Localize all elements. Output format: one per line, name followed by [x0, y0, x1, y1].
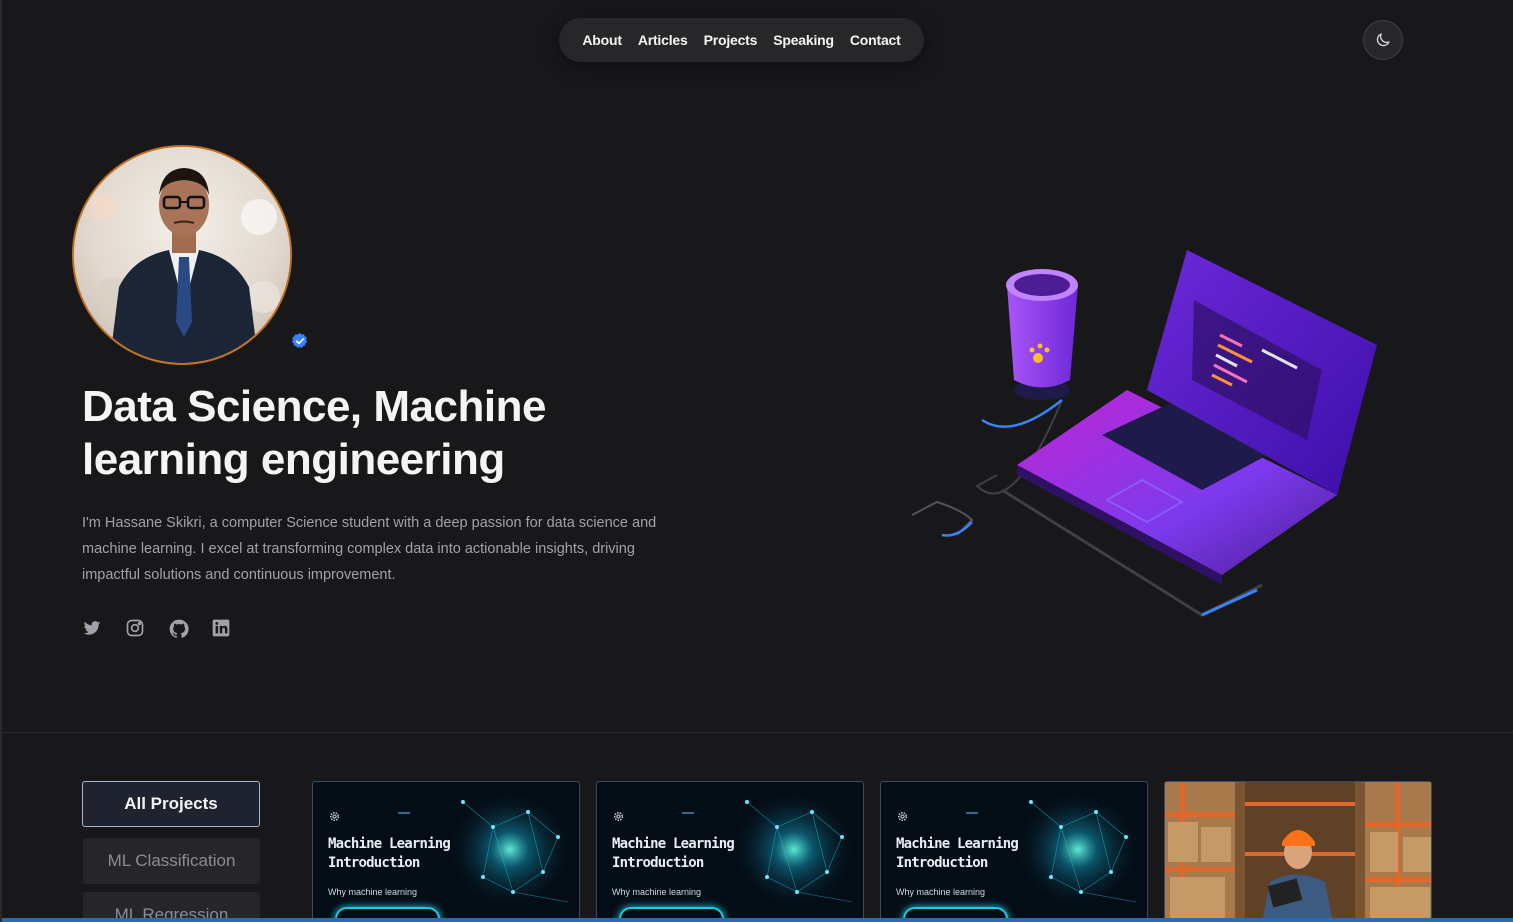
card-title: Machine Learning Introduction	[328, 835, 451, 873]
project-card-warehouse[interactable]	[1164, 781, 1432, 922]
main-nav: About Articles Projects Speaking Contact	[559, 18, 924, 62]
github-icon[interactable]	[168, 618, 189, 638]
nav-about[interactable]: About	[582, 32, 622, 48]
filter-ml-classification[interactable]: ML Classification	[83, 838, 260, 884]
hero-description: I'm Hassane Skikri, a computer Science s…	[82, 515, 657, 583]
avatar-photo	[74, 147, 290, 363]
nav-projects[interactable]: Projects	[704, 32, 758, 48]
card-accent-line	[966, 812, 978, 814]
warehouse-worker-photo	[1165, 782, 1431, 922]
card-subtitle: Why machine learning	[612, 887, 702, 897]
card-title-line-2: Introduction	[328, 855, 420, 871]
nav-articles[interactable]: Articles	[638, 32, 688, 48]
card-title-line-2: Introduction	[896, 855, 988, 871]
card-accent-line	[682, 812, 694, 814]
instagram-icon[interactable]	[125, 618, 145, 638]
card-title-line-1: Machine Learning	[612, 836, 735, 852]
card-subtitle: Why machine learning	[896, 887, 986, 897]
social-links	[82, 618, 231, 638]
card-title: Machine Learning Introduction	[612, 835, 735, 873]
project-card[interactable]: Machine Learning Introduction Why machin…	[312, 781, 580, 922]
theme-toggle-button[interactable]	[1363, 20, 1403, 60]
laptop-illustration	[911, 250, 1377, 617]
nav-speaking[interactable]: Speaking	[773, 32, 834, 48]
project-card[interactable]: Machine Learning Introduction Why machin…	[880, 781, 1148, 922]
nav-contact[interactable]: Contact	[850, 32, 901, 48]
verified-badge-icon	[291, 333, 308, 348]
card-title-line-1: Machine Learning	[896, 836, 1019, 852]
card-accent-line	[398, 812, 410, 814]
gear-icon	[614, 812, 623, 821]
card-title: Machine Learning Introduction	[896, 835, 1019, 873]
card-title-line-2: Introduction	[612, 855, 704, 871]
card-subtitle: Why machine learning	[328, 887, 418, 897]
gear-icon	[330, 812, 339, 821]
project-card[interactable]: Machine Learning Introduction Why machin…	[596, 781, 864, 922]
card-title-line-1: Machine Learning	[328, 836, 451, 852]
filter-all-projects[interactable]: All Projects	[82, 781, 260, 827]
section-divider	[2, 732, 1513, 733]
twitter-icon[interactable]	[82, 618, 102, 638]
linkedin-icon[interactable]	[211, 618, 231, 638]
moon-icon	[1376, 33, 1390, 47]
hero-title: Data Science, Machine learning engineeri…	[82, 382, 546, 484]
avatar	[72, 145, 292, 365]
bottom-accent-bar	[2, 918, 1513, 922]
gear-icon	[898, 812, 907, 821]
